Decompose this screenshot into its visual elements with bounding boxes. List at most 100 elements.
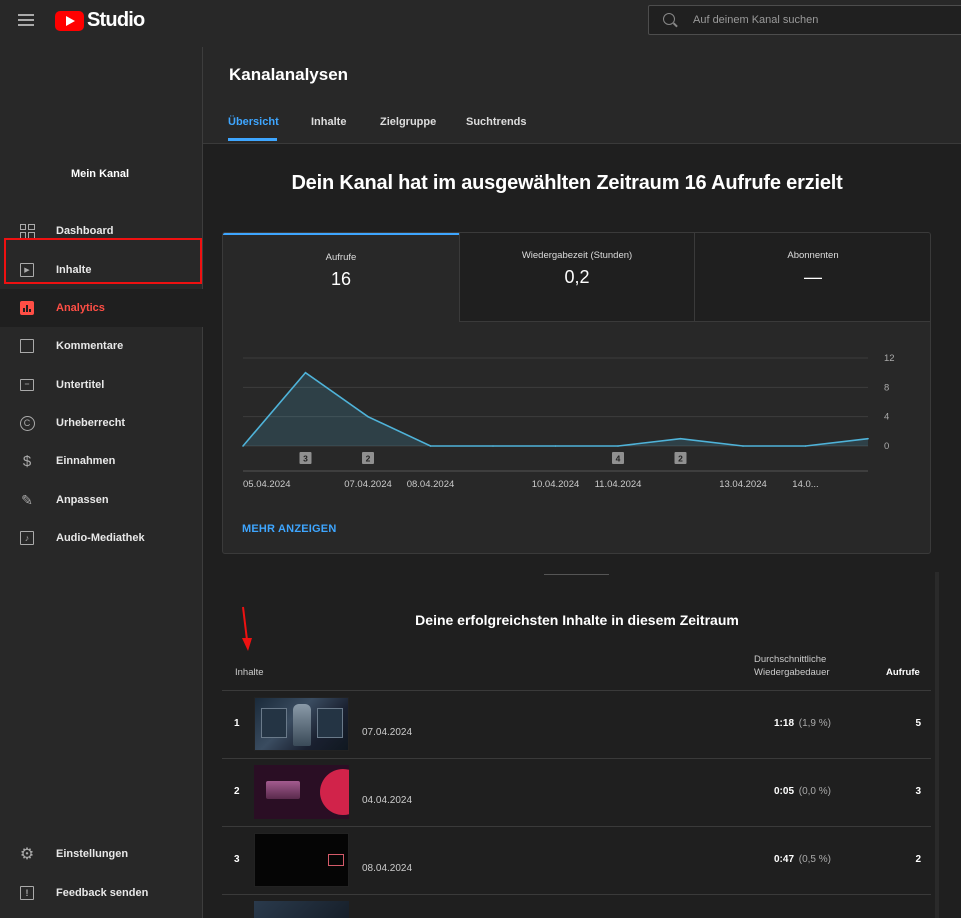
sidebar-item-label: Inhalte — [56, 264, 92, 276]
tab-zielgruppe[interactable]: Zielgruppe — [380, 116, 436, 128]
column-header-duration-line2: Wiedergabedauer — [754, 667, 830, 678]
overview-card: Aufrufe 16 Wiedergabezeit (Stunden) 0,2 … — [222, 232, 931, 554]
menu-icon[interactable] — [18, 14, 34, 26]
chart-data-point — [554, 445, 557, 447]
chart-data-point — [679, 437, 682, 440]
sidebar-item-inhalte[interactable]: ▶ Inhalte — [0, 251, 203, 289]
comments-icon — [19, 338, 35, 354]
sidebar-item-label: Analytics — [56, 302, 105, 314]
tab-suchtrends[interactable]: Suchtrends — [466, 116, 527, 128]
search-input[interactable] — [693, 11, 953, 29]
feedback-icon: ! — [19, 885, 35, 901]
y-tick-label: 12 — [884, 353, 895, 364]
row-date: 04.04.2024 — [362, 795, 413, 806]
sidebar-item-label: Feedback senden — [56, 887, 149, 899]
chart-event-marker-label: 2 — [366, 454, 371, 464]
magic-wand-icon: ✎ — [21, 491, 33, 508]
row-duration-percent: (0,0 %) — [798, 786, 831, 797]
sidebar-item-label: Einnahmen — [56, 455, 116, 467]
sidebar-item-untertitel[interactable]: ═ Untertitel — [0, 366, 203, 404]
tab-inhalte[interactable]: Inhalte — [311, 116, 346, 128]
channel-label: Mein Kanal — [70, 168, 130, 180]
x-tick-label: 10.04.2024 — [532, 479, 580, 490]
metric-value: — — [804, 267, 822, 287]
sidebar-item-urheberrecht[interactable]: C Urheberrecht — [0, 404, 203, 442]
sidebar: Mein Kanal Dashboard ▶ Inhalte Analytics… — [0, 47, 203, 918]
metric-label: Wiedergabezeit (Stunden) — [521, 250, 633, 261]
audio-library-icon: ♪ — [19, 530, 35, 546]
sidebar-item-label: Untertitel — [56, 379, 105, 391]
metric-abonnenten[interactable]: Abonnenten — — [695, 233, 930, 322]
column-header-views[interactable]: Aufrufe — [886, 666, 920, 679]
table-row[interactable]: 1 07.04.2024 1:18 (1,9 %) 5 — [222, 691, 931, 759]
sidebar-item-feedback[interactable]: ! Feedback senden — [0, 874, 203, 912]
row-duration-percent: (1,9 %) — [798, 718, 831, 729]
video-thumbnail[interactable] — [254, 765, 349, 819]
chart-data-point — [742, 445, 744, 447]
content-icon: ▶ — [19, 262, 35, 278]
metric-value: 16 — [330, 269, 352, 289]
chart-area — [243, 372, 868, 446]
metric-label: Aufrufe — [325, 252, 357, 263]
section-divider — [544, 574, 609, 575]
y-tick-label: 8 — [884, 382, 889, 393]
views-chart[interactable]: 0 4 8 12 3 2 4 2 05.04.2024 07.04.2024 08.04.2024 1… — [223, 323, 930, 513]
summary-headline: Dein Kanal hat im ausgewählten Zeitraum … — [291, 172, 843, 194]
row-views: 2 — [915, 854, 921, 865]
analytics-icon — [19, 300, 35, 316]
column-header-duration[interactable]: Durchschnittliche Wiedergabedauer — [754, 653, 830, 679]
sidebar-item-einnahmen[interactable]: $ Einnahmen — [0, 442, 203, 480]
show-more-link[interactable]: MEHR ANZEIGEN — [242, 523, 336, 535]
chart-data-point — [492, 445, 494, 447]
sidebar-item-label: Kommentare — [56, 340, 124, 352]
row-rank: 1 — [234, 718, 240, 729]
chart-data-point — [867, 437, 869, 440]
metric-aufrufe[interactable]: Aufrufe 16 — [223, 233, 459, 322]
sidebar-item-label: Urheberrecht — [56, 417, 126, 429]
sidebar-item-analytics[interactable]: Analytics — [0, 289, 203, 327]
tab-uebersicht[interactable]: Übersicht — [228, 116, 279, 128]
sidebar-item-einstellungen[interactable]: ⚙ Einstellungen — [0, 835, 203, 873]
sidebar-item-label: Einstellungen — [56, 848, 129, 860]
studio-logo[interactable]: Studio — [55, 9, 145, 32]
search-icon — [663, 13, 675, 25]
sidebar-item-label: Anpassen — [56, 494, 109, 506]
logo-text: Studio — [87, 9, 145, 31]
chart-data-point — [429, 445, 432, 447]
sidebar-item-anpassen[interactable]: ✎ Anpassen — [0, 481, 203, 519]
table-row[interactable]: 3 08.04.2024 0:47 (0,5 %) 2 — [222, 827, 931, 895]
column-header-content[interactable]: Inhalte — [235, 666, 264, 679]
sidebar-item-kommentare[interactable]: Kommentare — [0, 327, 203, 365]
table-row[interactable] — [222, 895, 931, 918]
youtube-play-icon — [55, 10, 84, 31]
row-date: 07.04.2024 — [362, 727, 413, 738]
x-tick-label: 07.04.2024 — [344, 479, 392, 490]
y-tick-label: 0 — [884, 441, 889, 452]
search-box[interactable] — [648, 5, 961, 35]
row-rank: 2 — [234, 786, 240, 797]
metric-value: 0,2 — [564, 267, 590, 287]
table-row[interactable]: 2 04.04.2024 0:05 (0,0 %) 3 — [222, 759, 931, 827]
video-thumbnail[interactable] — [254, 901, 349, 918]
row-views: 5 — [915, 718, 921, 729]
video-thumbnail[interactable] — [254, 833, 349, 887]
sidebar-item-audio-mediathek[interactable]: ♪ Audio-Mediathek — [0, 519, 203, 557]
chart-data-point — [367, 415, 369, 418]
main-content: Kanalanalysen Übersicht Inhalte Zielgrup… — [203, 42, 961, 918]
row-duration-percent: (0,5 %) — [798, 854, 831, 865]
chart-data-point — [617, 445, 619, 447]
chart-event-marker-label: 3 — [303, 454, 308, 464]
subtitles-icon: ═ — [19, 377, 35, 393]
dashboard-icon — [19, 223, 35, 239]
x-tick-label: 11.04.2024 — [595, 479, 642, 490]
row-views: 3 — [915, 786, 921, 797]
metric-wiedergabezeit[interactable]: Wiedergabezeit (Stunden) 0,2 — [459, 233, 695, 322]
top-content-title: Deine erfolgreichsten Inhalte in diesem … — [415, 612, 739, 628]
gear-icon: ⚙ — [19, 846, 35, 863]
sidebar-item-dashboard[interactable]: Dashboard — [0, 212, 203, 250]
top-header: Studio — [0, 0, 961, 42]
x-tick-label: 14.0... — [792, 479, 818, 490]
metric-label: Abonnenten — [787, 250, 839, 261]
chart-data-point — [242, 445, 244, 447]
video-thumbnail[interactable] — [254, 697, 349, 751]
